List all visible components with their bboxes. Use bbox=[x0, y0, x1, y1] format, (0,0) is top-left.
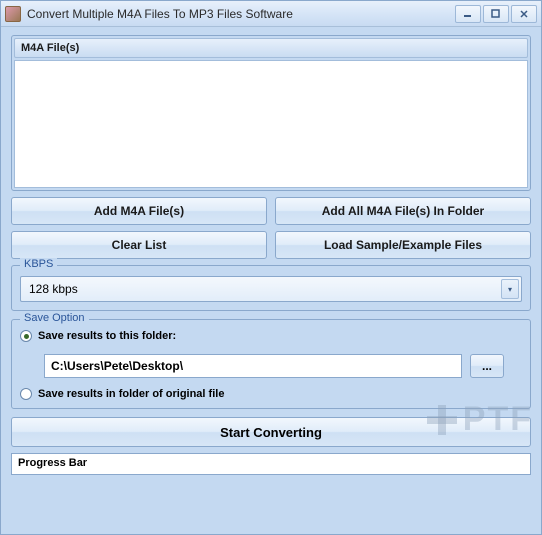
titlebar: Convert Multiple M4A Files To MP3 Files … bbox=[1, 1, 541, 27]
button-row-2: Clear List Load Sample/Example Files bbox=[11, 231, 531, 259]
folder-path-row: ... bbox=[20, 348, 522, 388]
browse-button[interactable]: ... bbox=[470, 354, 504, 378]
app-icon bbox=[5, 6, 21, 22]
minimize-icon bbox=[463, 9, 473, 19]
maximize-button[interactable] bbox=[483, 5, 509, 23]
folder-path-input[interactable] bbox=[44, 354, 462, 378]
minimize-button[interactable] bbox=[455, 5, 481, 23]
radio-save-original-label: Save results in folder of original file bbox=[38, 388, 224, 400]
window-title: Convert Multiple M4A Files To MP3 Files … bbox=[27, 7, 455, 21]
save-option-fieldset: Save Option Save results to this folder:… bbox=[11, 319, 531, 409]
file-group: M4A File(s) bbox=[11, 35, 531, 191]
radio-save-to-folder-label: Save results to this folder: bbox=[38, 330, 176, 342]
kbps-selected-value: 128 kbps bbox=[29, 282, 501, 296]
file-list[interactable] bbox=[14, 60, 528, 188]
content-area: M4A File(s) Add M4A File(s) Add All M4A … bbox=[1, 27, 541, 481]
radio-save-original[interactable] bbox=[20, 388, 32, 400]
close-icon bbox=[519, 9, 529, 19]
save-legend: Save Option bbox=[20, 312, 89, 324]
radio-save-original-row: Save results in folder of original file bbox=[20, 388, 522, 400]
close-button[interactable] bbox=[511, 5, 537, 23]
app-window: Convert Multiple M4A Files To MP3 Files … bbox=[0, 0, 542, 535]
add-files-button[interactable]: Add M4A File(s) bbox=[11, 197, 267, 225]
file-list-header: M4A File(s) bbox=[14, 38, 528, 58]
progress-label: Progress Bar bbox=[18, 457, 87, 469]
add-folder-button[interactable]: Add All M4A File(s) In Folder bbox=[275, 197, 531, 225]
kbps-dropdown[interactable]: 128 kbps ▾ bbox=[20, 276, 522, 302]
clear-list-button[interactable]: Clear List bbox=[11, 231, 267, 259]
radio-save-to-folder[interactable] bbox=[20, 330, 32, 342]
load-sample-button[interactable]: Load Sample/Example Files bbox=[275, 231, 531, 259]
kbps-fieldset: KBPS 128 kbps ▾ bbox=[11, 265, 531, 311]
kbps-legend: KBPS bbox=[20, 258, 57, 270]
maximize-icon bbox=[491, 9, 501, 19]
chevron-down-icon: ▾ bbox=[501, 279, 519, 299]
button-row-1: Add M4A File(s) Add All M4A File(s) In F… bbox=[11, 197, 531, 225]
progress-bar: Progress Bar bbox=[11, 453, 531, 475]
start-converting-button[interactable]: Start Converting bbox=[11, 417, 531, 447]
radio-save-to-folder-row: Save results to this folder: bbox=[20, 330, 522, 342]
window-controls bbox=[455, 5, 537, 23]
